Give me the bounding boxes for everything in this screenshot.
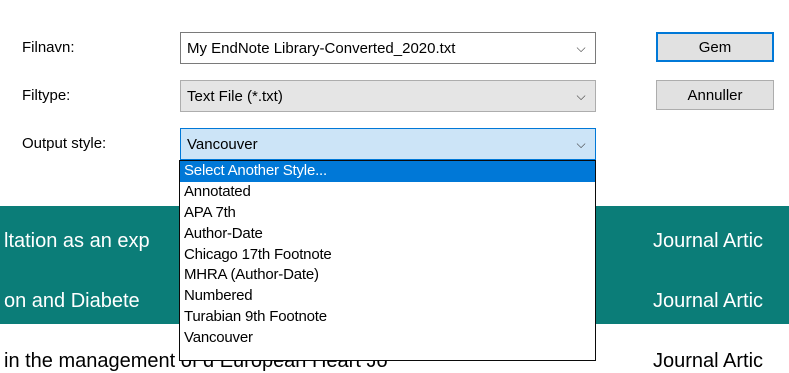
style-option-vancouver[interactable]: Vancouver xyxy=(180,328,595,349)
style-option-numbered[interactable]: Numbered xyxy=(180,286,595,307)
cancel-button[interactable]: Annuller xyxy=(656,80,774,110)
style-option-author-date[interactable]: Author-Date xyxy=(180,224,595,245)
filename-value[interactable]: My EndNote Library-Converted_2020.txt xyxy=(187,40,567,57)
style-option-mhra-author-date[interactable]: MHRA (Author-Date) xyxy=(180,265,595,286)
style-option-apa-7th[interactable]: APA 7th xyxy=(180,203,595,224)
style-option-select-another[interactable]: Select Another Style... xyxy=(180,161,595,182)
chevron-down-icon[interactable]: ⌵ xyxy=(567,137,595,152)
row-reftype: Journal Artic xyxy=(653,230,764,252)
chevron-down-icon[interactable]: ⌵ xyxy=(567,89,595,104)
filename-label: Filnavn: xyxy=(22,39,75,56)
output-style-value[interactable]: Vancouver xyxy=(187,136,567,153)
style-option-annotated[interactable]: Annotated xyxy=(180,182,595,203)
row-reftype: Journal Artic xyxy=(653,290,764,312)
row-title: on and Diabete xyxy=(4,290,140,312)
save-button[interactable]: Gem xyxy=(656,32,774,62)
filetype-value[interactable]: Text File (*.txt) xyxy=(187,88,567,105)
output-style-select[interactable]: Vancouver ⌵ xyxy=(180,128,596,160)
output-style-dropdown-list[interactable]: Select Another Style... Annotated APA 7t… xyxy=(179,160,596,361)
style-option-chicago-17th-footnote[interactable]: Chicago 17th Footnote xyxy=(180,245,595,266)
row-reftype: Journal Artic xyxy=(653,350,764,372)
filename-combobox[interactable]: My EndNote Library-Converted_2020.txt ⌵ xyxy=(180,32,596,64)
style-option-turabian-9th-footnote[interactable]: Turabian 9th Footnote xyxy=(180,307,595,328)
filetype-select[interactable]: Text File (*.txt) ⌵ xyxy=(180,80,596,112)
output-style-label: Output style: xyxy=(22,135,107,152)
filetype-label: Filtype: xyxy=(22,87,71,104)
chevron-down-icon[interactable]: ⌵ xyxy=(567,41,595,56)
row-title: ltation as an exp xyxy=(4,230,150,252)
